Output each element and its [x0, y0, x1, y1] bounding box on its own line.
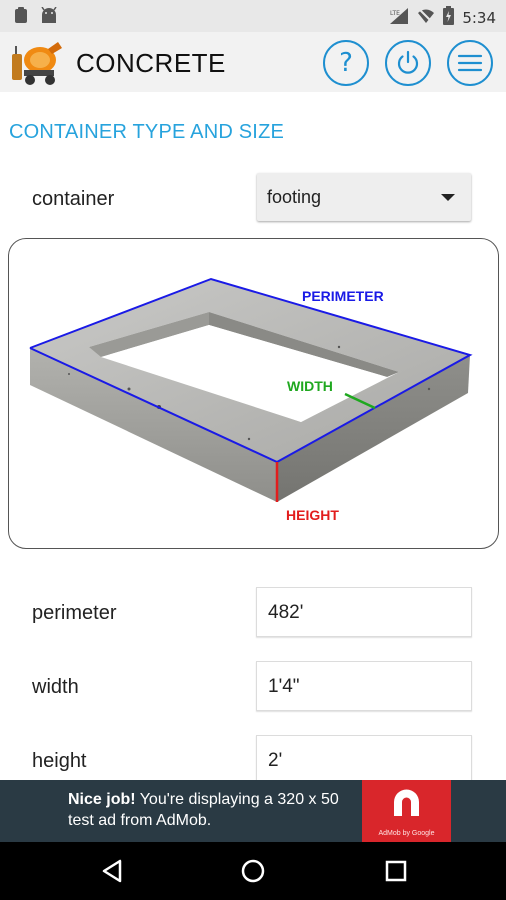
question-mark-icon: ? [339, 48, 353, 78]
battery-icon [443, 6, 455, 30]
navigation-bar [0, 842, 506, 900]
status-icons: LTE 5:34 [389, 6, 496, 30]
clock: 5:34 [462, 9, 496, 27]
height-label: HEIGHT [286, 507, 339, 523]
admob-icon [394, 789, 419, 816]
width-field-label: width [32, 676, 79, 698]
perimeter-input[interactable]: 482' [256, 587, 472, 637]
cement-mixer-icon [10, 40, 64, 86]
width-input-value: 1'4" [268, 676, 300, 697]
app-bar: CONCRETE ? [0, 32, 506, 92]
menu-button[interactable] [447, 40, 493, 86]
width-input[interactable]: 1'4" [256, 661, 472, 711]
wifi-off-icon [417, 7, 435, 30]
height-input-value: 2' [268, 750, 283, 771]
footing-diagram: PERIMETER WIDTH HEIGHT [8, 238, 499, 549]
dropdown-arrow-icon [441, 194, 455, 201]
perimeter-label: PERIMETER [302, 288, 384, 304]
admob-logo: AdMob by Google [362, 780, 451, 842]
android-icon [40, 6, 58, 29]
container-select-value: footing [267, 187, 322, 207]
back-button[interactable] [98, 856, 128, 886]
home-button[interactable] [238, 856, 268, 886]
ad-headline: Nice job! [68, 791, 136, 808]
help-button[interactable]: ? [323, 40, 369, 86]
home-circle-icon [241, 859, 265, 883]
admob-caption: AdMob by Google [378, 830, 435, 837]
footing-illustration: PERIMETER WIDTH HEIGHT [29, 277, 473, 523]
app-title: CONCRETE [76, 48, 226, 78]
ad-banner[interactable]: Nice job! You're displaying a 320 x 50 t… [0, 780, 506, 842]
recents-button[interactable] [381, 856, 411, 886]
hamburger-menu-icon [457, 54, 483, 72]
back-triangle-icon [102, 859, 122, 883]
power-icon [397, 50, 419, 74]
width-label: WIDTH [287, 378, 333, 394]
status-bar: LTE 5:34 [0, 0, 506, 32]
height-field-label: height [32, 750, 87, 772]
perimeter-field-label: perimeter [32, 602, 117, 624]
power-button[interactable] [385, 40, 431, 86]
ad-text: Nice job! You're displaying a 320 x 50 t… [68, 789, 368, 831]
recents-square-icon [385, 860, 407, 882]
container-label: container [32, 188, 115, 210]
signal-icon: LTE [389, 7, 409, 30]
clipboard-icon [14, 7, 28, 29]
height-input[interactable]: 2' [256, 735, 472, 785]
section-title: CONTAINER TYPE AND SIZE [9, 121, 285, 143]
container-select[interactable]: footing [257, 173, 471, 221]
network-type: LTE [390, 10, 400, 17]
perimeter-input-value: 482' [268, 602, 304, 623]
